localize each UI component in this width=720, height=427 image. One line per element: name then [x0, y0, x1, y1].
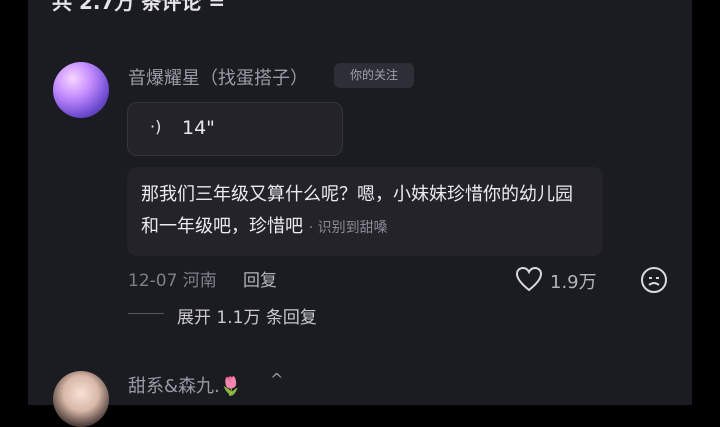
avatar[interactable]: [53, 62, 109, 118]
avatar[interactable]: [53, 371, 109, 427]
voice-wave-icon: ·): [150, 117, 162, 136]
follow-badge: 你的关注: [334, 63, 414, 88]
comment-date-location: 12-07 河南: [128, 271, 217, 291]
frown-face-icon[interactable]: [640, 266, 668, 298]
recognized-voice-label: · 识别到甜嗓: [308, 220, 388, 236]
expand-replies-button[interactable]: 展开 1.1万 条回复: [177, 303, 317, 328]
username[interactable]: 甜系&森九.🌷: [128, 372, 242, 398]
divider: [128, 313, 164, 314]
voice-duration: 14": [182, 117, 215, 139]
heart-outline-icon[interactable]: [515, 266, 543, 296]
voice-transcript: 那我们三年级又算什么呢？嗯，小妹妹珍惜你的幼儿园和一年级吧，珍惜吧 · 识别到甜…: [127, 167, 603, 256]
comment-count-header: 共 2.7万 条评论 =: [52, 0, 226, 14]
reply-button[interactable]: 回复: [243, 266, 277, 291]
caret-icon: ^: [270, 370, 284, 389]
username[interactable]: 音爆耀星（找蛋搭子）: [128, 64, 308, 90]
like-count: 1.9万: [550, 272, 597, 293]
voice-message-bubble[interactable]: ·) 14": [127, 102, 343, 156]
